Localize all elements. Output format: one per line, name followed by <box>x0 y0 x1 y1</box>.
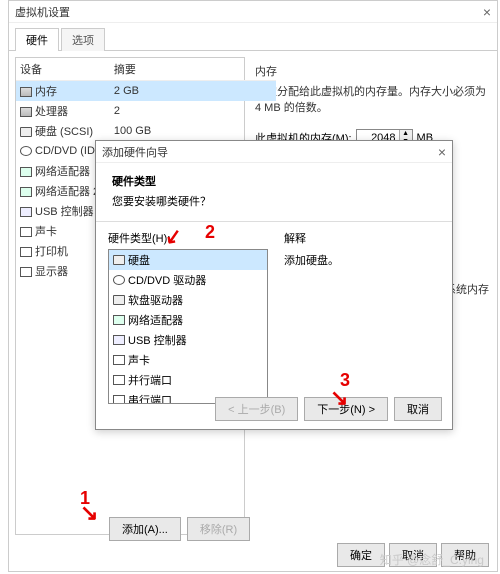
table-row[interactable]: 内存2 GB <box>16 81 276 102</box>
group-title: 内存 <box>255 63 487 79</box>
disk-icon <box>20 127 32 137</box>
wizard-body: 硬件类型(H): 硬盘 CD/DVD 驱动器 软盘驱动器 网络适配器 USB 控… <box>96 222 452 402</box>
wizard-header: 硬件类型 您要安装哪类硬件？ <box>96 163 452 222</box>
usb-icon <box>113 335 125 345</box>
close-icon[interactable]: × <box>438 144 446 160</box>
tab-bar: 硬件 选项 <box>9 23 497 51</box>
wizard-head-title: 硬件类型 <box>112 173 436 189</box>
display-icon <box>20 267 32 277</box>
cd-icon <box>113 275 125 285</box>
list-item[interactable]: 软盘驱动器 <box>109 290 267 310</box>
add-button[interactable]: 添加(A)... <box>109 517 181 541</box>
explain-text: 添加硬盘。 <box>284 252 440 268</box>
remove-button: 移除(R) <box>187 517 250 541</box>
list-item[interactable]: 硬盘 <box>109 250 267 270</box>
list-item[interactable]: 网络适配器 <box>109 310 267 330</box>
cd-icon <box>20 146 32 156</box>
memory-desc: 指定分配给此虚拟机的内存量。内存大小必须为 4 MB 的倍数。 <box>255 83 487 115</box>
wizard-title: 添加硬件向导 <box>102 144 438 160</box>
sound-icon <box>20 227 32 237</box>
list-item[interactable]: USB 控制器 <box>109 330 267 350</box>
col-summary: 摘要 <box>110 58 276 81</box>
next-button[interactable]: 下一步(N) > <box>304 397 388 421</box>
hardware-type-list[interactable]: 硬盘 CD/DVD 驱动器 软盘驱动器 网络适配器 USB 控制器 声卡 并行端… <box>108 249 268 404</box>
main-title: 虚拟机设置 <box>15 4 483 20</box>
disk-icon <box>113 255 125 265</box>
watermark: 知乎 @念舒_C.ying <box>380 551 484 568</box>
list-item[interactable]: 并行端口 <box>109 370 267 390</box>
table-row[interactable]: 硬盘 (SCSI)100 GB <box>16 121 276 141</box>
explain-label: 解释 <box>284 230 440 246</box>
main-titlebar: 虚拟机设置 × <box>9 1 497 23</box>
col-device: 设备 <box>16 58 110 81</box>
wizard-cancel-button[interactable]: 取消 <box>394 397 442 421</box>
sound-icon <box>113 355 125 365</box>
hw-list-label: 硬件类型(H): <box>108 230 268 246</box>
back-button: < 上一步(B) <box>215 397 298 421</box>
add-hardware-wizard: 添加硬件向导 × 硬件类型 您要安装哪类硬件？ 硬件类型(H): 硬盘 CD/D… <box>95 140 453 430</box>
cpu-icon <box>20 107 32 117</box>
list-item[interactable]: CD/DVD 驱动器 <box>109 270 267 290</box>
printer-icon <box>20 247 32 257</box>
add-remove-bar: 添加(A)... 移除(R) <box>109 517 250 541</box>
list-item[interactable]: 声卡 <box>109 350 267 370</box>
wizard-right: 解释 添加硬盘。 <box>284 230 440 394</box>
wizard-head-sub: 您要安装哪类硬件？ <box>112 193 436 209</box>
parallel-icon <box>113 375 125 385</box>
memory-icon <box>20 87 32 97</box>
ok-button[interactable]: 确定 <box>337 543 385 567</box>
wizard-left: 硬件类型(H): 硬盘 CD/DVD 驱动器 软盘驱动器 网络适配器 USB 控… <box>108 230 268 394</box>
net-icon <box>113 315 125 325</box>
tab-hardware[interactable]: 硬件 <box>15 28 59 51</box>
table-row[interactable]: 处理器2 <box>16 101 276 121</box>
wizard-titlebar: 添加硬件向导 × <box>96 141 452 163</box>
wizard-footer: < 上一步(B) 下一步(N) > 取消 <box>215 397 442 421</box>
net-icon <box>20 167 32 177</box>
tab-options[interactable]: 选项 <box>61 28 105 51</box>
usb-icon <box>20 207 32 217</box>
serial-icon <box>113 395 125 404</box>
close-icon[interactable]: × <box>483 4 491 20</box>
net-icon <box>20 187 32 197</box>
floppy-icon <box>113 295 125 305</box>
